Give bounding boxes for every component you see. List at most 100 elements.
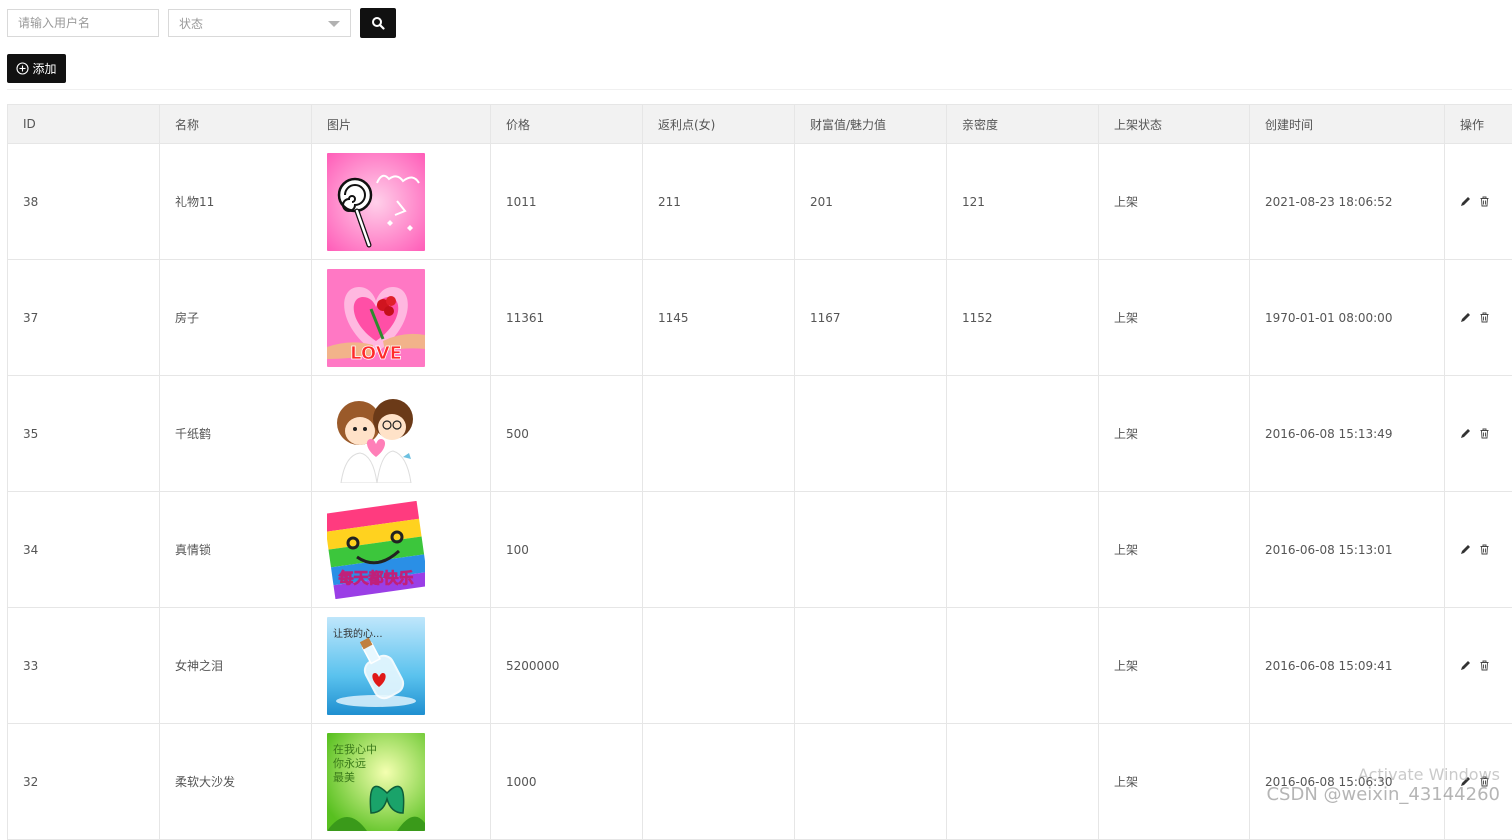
cell-rebate: 1145 <box>643 260 795 376</box>
table-row: 38 礼物11 1011 211 201 121 上架 <box>8 144 1512 260</box>
cell-status: 上架 <box>1099 608 1250 724</box>
trash-icon <box>1479 544 1490 555</box>
edit-button[interactable] <box>1460 660 1471 671</box>
gift-image-green-butterfly: 在我心中 你永远 最美 <box>327 733 425 831</box>
activate-windows-text: Activate Windows <box>1266 765 1500 785</box>
header-image[interactable]: 图片 <box>312 105 491 144</box>
cell-price: 500 <box>491 376 643 492</box>
edit-button[interactable] <box>1460 428 1471 439</box>
search-toolbar: 状态 <box>7 8 396 38</box>
cell-image: LOVE <box>312 260 491 376</box>
cell-intimacy <box>947 492 1099 608</box>
cell-wealth <box>795 492 947 608</box>
header-created[interactable]: 创建时间 <box>1250 105 1445 144</box>
delete-button[interactable] <box>1479 196 1490 207</box>
cell-created: 2021-08-23 18:06:52 <box>1250 144 1445 260</box>
svg-text:LOVE: LOVE <box>350 343 402 364</box>
search-button[interactable] <box>360 8 396 38</box>
table-row: 34 真情锁 每天都快乐 10 <box>8 492 1512 608</box>
svg-text:让我的心...: 让我的心... <box>333 627 383 640</box>
svg-text:最美: 最美 <box>333 771 355 784</box>
cell-image: 每天都快乐 <box>312 492 491 608</box>
status-select[interactable]: 状态 <box>168 9 351 37</box>
cell-actions <box>1445 376 1512 492</box>
pencil-icon <box>1460 428 1471 439</box>
cell-actions <box>1445 144 1512 260</box>
svg-text:在我心中: 在我心中 <box>333 743 377 756</box>
trash-icon <box>1479 196 1490 207</box>
search-icon <box>371 16 385 30</box>
cell-price: 11361 <box>491 260 643 376</box>
cell-name: 柔软大沙发 <box>160 724 312 840</box>
header-intimacy[interactable]: 亲密度 <box>947 105 1099 144</box>
header-status[interactable]: 上架状态 <box>1099 105 1250 144</box>
cell-name: 房子 <box>160 260 312 376</box>
header-actions: 操作 <box>1445 105 1512 144</box>
cell-created: 2016-06-08 15:13:49 <box>1250 376 1445 492</box>
csdn-watermark-text: CSDN @weixin_43144260 <box>1266 785 1500 805</box>
watermark: Activate Windows CSDN @weixin_43144260 <box>1266 765 1500 805</box>
cell-price: 100 <box>491 492 643 608</box>
trash-icon <box>1479 660 1490 671</box>
delete-button[interactable] <box>1479 312 1490 323</box>
username-input[interactable] <box>7 9 159 37</box>
edit-button[interactable] <box>1460 196 1471 207</box>
cell-id: 37 <box>8 260 160 376</box>
cell-price: 1011 <box>491 144 643 260</box>
cell-id: 33 <box>8 608 160 724</box>
gift-table: ID 名称 图片 价格 返利点(女) 财富值/魅力值 亲密度 上架状态 创建时间… <box>7 104 1512 840</box>
cell-actions <box>1445 260 1512 376</box>
header-id[interactable]: ID <box>8 105 160 144</box>
delete-button[interactable] <box>1479 544 1490 555</box>
cell-name: 女神之泪 <box>160 608 312 724</box>
gift-image-heart-rose: LOVE <box>327 269 425 367</box>
cell-created: 1970-01-01 08:00:00 <box>1250 260 1445 376</box>
delete-button[interactable] <box>1479 428 1490 439</box>
cell-created: 2016-06-08 15:09:41 <box>1250 608 1445 724</box>
divider <box>7 89 1512 90</box>
cell-status: 上架 <box>1099 260 1250 376</box>
pencil-icon <box>1460 196 1471 207</box>
plus-circle-icon <box>16 62 29 75</box>
delete-button[interactable] <box>1479 660 1490 671</box>
cell-name: 礼物11 <box>160 144 312 260</box>
status-select-value: 状态 <box>179 15 203 32</box>
add-button[interactable]: 添加 <box>7 54 66 83</box>
table-row: 37 房子 LOVE 11361 1145 1167 1152 上架 1970-… <box>8 260 1512 376</box>
edit-button[interactable] <box>1460 544 1471 555</box>
cell-rebate: 211 <box>643 144 795 260</box>
cell-rebate <box>643 724 795 840</box>
cell-actions <box>1445 608 1512 724</box>
cell-price: 1000 <box>491 724 643 840</box>
cell-price: 5200000 <box>491 608 643 724</box>
cell-image: 让我的心... <box>312 608 491 724</box>
cell-name: 千纸鹤 <box>160 376 312 492</box>
cell-actions <box>1445 492 1512 608</box>
svg-text:你永远: 你永远 <box>333 756 366 770</box>
cell-created: 2016-06-08 15:13:01 <box>1250 492 1445 608</box>
trash-icon <box>1479 312 1490 323</box>
cell-status: 上架 <box>1099 376 1250 492</box>
header-price[interactable]: 价格 <box>491 105 643 144</box>
table-row: 35 千纸鹤 500 <box>8 376 1512 492</box>
edit-button[interactable] <box>1460 312 1471 323</box>
cell-rebate <box>643 608 795 724</box>
pencil-icon <box>1460 312 1471 323</box>
trash-icon <box>1479 428 1490 439</box>
pencil-icon <box>1460 544 1471 555</box>
pencil-icon <box>1460 660 1471 671</box>
add-button-label: 添加 <box>32 60 56 77</box>
cell-wealth: 1167 <box>795 260 947 376</box>
cell-id: 32 <box>8 724 160 840</box>
gift-image-rainbow-smile: 每天都快乐 <box>327 501 425 599</box>
header-name[interactable]: 名称 <box>160 105 312 144</box>
cell-intimacy: 1152 <box>947 260 1099 376</box>
cell-id: 35 <box>8 376 160 492</box>
cell-image <box>312 376 491 492</box>
header-rebate[interactable]: 返利点(女) <box>643 105 795 144</box>
header-wealth[interactable]: 财富值/魅力值 <box>795 105 947 144</box>
cell-wealth <box>795 608 947 724</box>
cell-intimacy <box>947 724 1099 840</box>
gift-image-lollipop <box>327 153 425 251</box>
cell-status: 上架 <box>1099 492 1250 608</box>
